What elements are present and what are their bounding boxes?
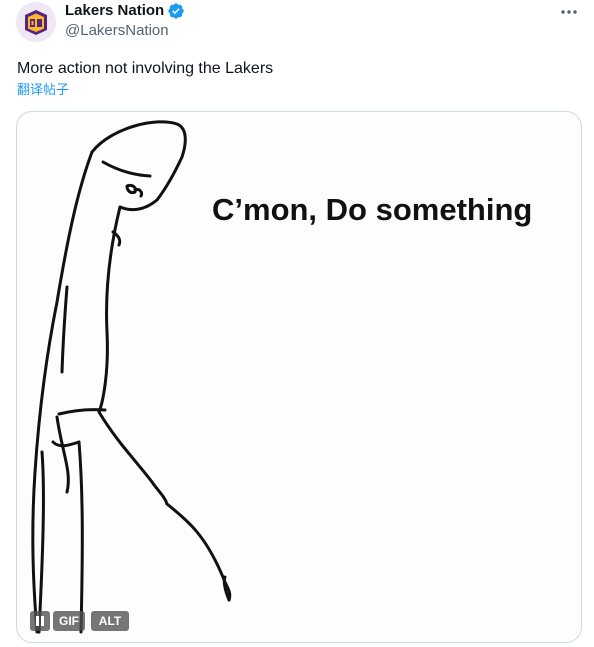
figure-arm-inner	[55, 415, 70, 494]
figure-leg-right	[77, 440, 84, 634]
media-controls: GIF ALT	[30, 611, 129, 631]
lakers-nation-logo-icon	[16, 2, 56, 42]
figure-long-back	[60, 285, 69, 374]
verified-badge-icon	[168, 3, 184, 19]
figure-leg-left	[37, 450, 45, 634]
author-handle[interactable]: @LakersNation	[65, 22, 169, 40]
figure-brow	[101, 160, 152, 178]
figure-leg-inner	[51, 440, 81, 448]
figure-arm	[97, 410, 169, 506]
figure-hand	[165, 502, 232, 602]
media-gif[interactable]: C’mon, Do something GIF ALT	[16, 111, 582, 643]
more-options-button[interactable]	[558, 2, 580, 22]
author-name-row: Lakers Nation	[65, 2, 185, 20]
tweet-text: More action not involving the Lakers	[17, 60, 274, 77]
alt-text-button[interactable]: ALT	[91, 611, 129, 631]
meme-caption: C’mon, Do something	[212, 192, 533, 227]
author-display-name[interactable]: Lakers Nation	[65, 2, 164, 20]
pause-icon	[36, 616, 44, 626]
pause-button[interactable]	[30, 611, 50, 631]
more-horizontal-icon	[561, 10, 577, 14]
gif-badge: GIF	[53, 611, 85, 631]
figure-front-outline	[97, 205, 122, 414]
figure-head-outline	[90, 120, 187, 212]
avatar[interactable]	[16, 2, 56, 42]
translate-post-link[interactable]: 翻译帖子	[17, 82, 69, 98]
